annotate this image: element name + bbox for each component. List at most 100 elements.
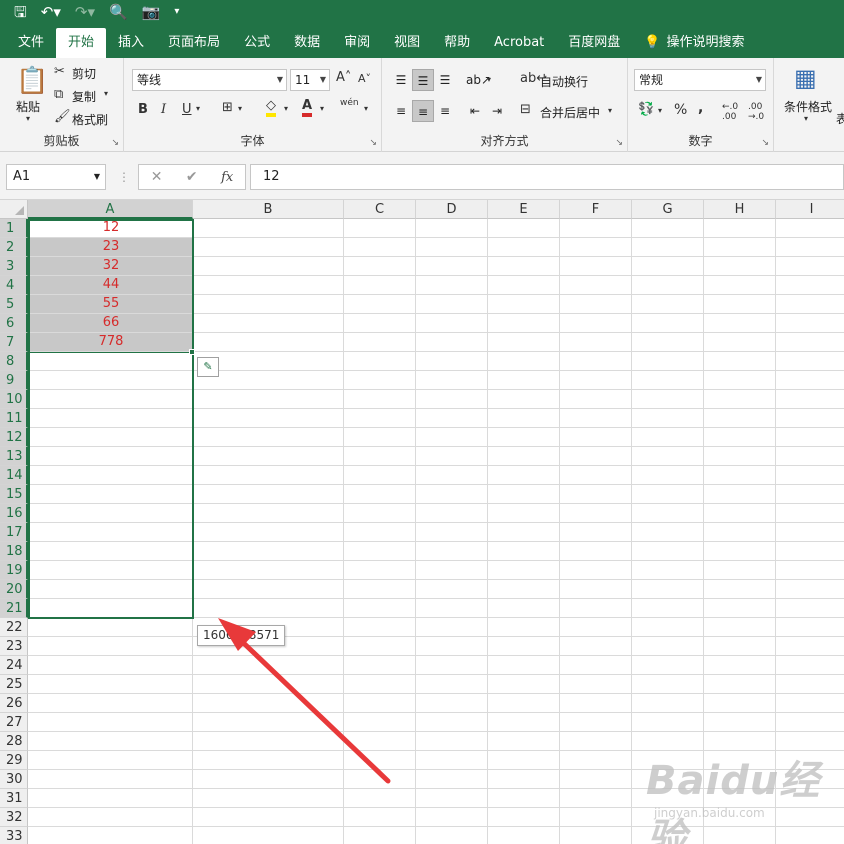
tab-page-layout[interactable]: 页面布局 — [156, 28, 232, 58]
row-header-19[interactable]: 19 — [0, 561, 28, 580]
copy-button[interactable]: 复制 — [72, 88, 96, 105]
tell-me-search[interactable]: 💡 操作说明搜索 — [632, 28, 756, 58]
row-header-20[interactable]: 20 — [0, 580, 28, 599]
font-color-dropdown-icon[interactable]: ▾ — [320, 104, 324, 113]
fill-color-icon[interactable]: ◇ — [266, 98, 276, 117]
select-all-button[interactable] — [0, 200, 28, 219]
row-header-11[interactable]: 11 — [0, 409, 28, 428]
tab-help[interactable]: 帮助 — [432, 28, 482, 58]
border-dropdown-icon[interactable]: ▾ — [238, 104, 242, 113]
name-box[interactable]: A1 ▼ — [6, 164, 106, 190]
tab-file[interactable]: 文件 — [6, 28, 56, 58]
row-header-22[interactable]: 22 — [0, 618, 28, 637]
increase-decimal-icon[interactable]: ←.0.00 — [722, 102, 738, 122]
row-header-32[interactable]: 32 — [0, 808, 28, 827]
undo-icon[interactable]: ↶▾ — [41, 0, 61, 24]
camera-icon[interactable]: 📷 — [142, 0, 161, 24]
worksheet-grid[interactable]: ABCDEFGHI 1 2 3 4 5 6 7 8 9 10 11 12 13 14 15 16 17 18 19 2… — [0, 200, 844, 844]
row-header-28[interactable]: 28 — [0, 732, 28, 751]
row-header-33[interactable]: 33 — [0, 827, 28, 844]
row-header-30[interactable]: 30 — [0, 770, 28, 789]
row-header-29[interactable]: 29 — [0, 751, 28, 770]
column-header-e[interactable]: E — [488, 200, 560, 219]
row-header-2[interactable]: 2 — [0, 238, 28, 257]
insert-function-icon[interactable]: fx — [221, 170, 233, 185]
quick-analysis-icon[interactable]: ✎ — [197, 357, 219, 377]
align-left-icon[interactable]: ≡ — [390, 100, 412, 122]
fill-color-dropdown-icon[interactable]: ▾ — [284, 104, 288, 113]
cancel-icon[interactable]: ✕ — [151, 169, 163, 185]
column-header-g[interactable]: G — [632, 200, 704, 219]
align-bottom-icon[interactable]: ☰ — [434, 69, 456, 91]
paste-button[interactable]: 粘贴 — [16, 98, 40, 115]
underline-button[interactable]: U — [182, 102, 192, 117]
paste-dropdown-icon[interactable]: ▾ — [26, 114, 30, 123]
align-middle-icon[interactable]: ☰ — [412, 69, 434, 91]
row-header-24[interactable]: 24 — [0, 656, 28, 675]
wrap-text-button[interactable]: 自动换行 — [540, 73, 588, 90]
tab-view[interactable]: 视图 — [382, 28, 432, 58]
bold-button[interactable]: B — [138, 102, 148, 117]
row-header-25[interactable]: 25 — [0, 675, 28, 694]
align-right-icon[interactable]: ≡ — [434, 100, 456, 122]
comma-style-button[interactable]: , — [698, 100, 703, 116]
row-header-1[interactable]: 1 — [0, 219, 28, 238]
fill-handle[interactable] — [189, 349, 195, 355]
column-header-d[interactable]: D — [416, 200, 488, 219]
row-header-8[interactable]: 8 — [0, 352, 28, 371]
tab-data[interactable]: 数据 — [282, 28, 332, 58]
conditional-format-dropdown-icon[interactable]: ▾ — [804, 114, 808, 123]
tab-baidu-netdisk[interactable]: 百度网盘 — [556, 28, 632, 58]
tab-home[interactable]: 开始 — [56, 28, 107, 58]
italic-button[interactable]: I — [161, 102, 166, 117]
row-header-26[interactable]: 26 — [0, 694, 28, 713]
row-header-13[interactable]: 13 — [0, 447, 28, 466]
font-color-icon[interactable]: A — [302, 98, 313, 117]
row-header-23[interactable]: 23 — [0, 637, 28, 656]
row-header-9[interactable]: 9 — [0, 371, 28, 390]
tab-acrobat[interactable]: Acrobat — [482, 28, 556, 58]
print-preview-icon[interactable]: 🔍 — [109, 0, 128, 24]
align-top-icon[interactable]: ☰ — [390, 69, 412, 91]
column-header-h[interactable]: H — [704, 200, 776, 219]
merge-dropdown-icon[interactable]: ▾ — [608, 106, 612, 115]
row-header-3[interactable]: 3 — [0, 257, 28, 276]
font-size-select[interactable]: 11 ▼ — [290, 69, 330, 91]
merge-center-button[interactable]: 合并后居中 — [540, 104, 600, 121]
tab-review[interactable]: 审阅 — [332, 28, 382, 58]
row-header-31[interactable]: 31 — [0, 789, 28, 808]
format-painter-button[interactable]: 格式刷 — [72, 111, 108, 128]
decrease-font-icon[interactable]: A˅ — [358, 72, 371, 85]
underline-dropdown-icon[interactable]: ▾ — [196, 104, 200, 113]
orientation-dropdown-icon[interactable]: ▾ — [487, 75, 491, 84]
enter-icon[interactable]: ✔ — [186, 169, 198, 185]
decrease-decimal-icon[interactable]: .00 →.0 — [748, 102, 764, 122]
conditional-format-button[interactable]: 条件格式 — [784, 98, 832, 115]
save-icon[interactable]: 🖫 — [14, 0, 27, 24]
column-header-a[interactable]: A — [28, 200, 193, 219]
number-launcher-icon[interactable]: ↘ — [761, 138, 769, 148]
column-header-i[interactable]: I — [776, 200, 844, 219]
tab-insert[interactable]: 插入 — [106, 28, 156, 58]
number-format-select[interactable]: 常规 ▼ — [634, 69, 766, 91]
orientation-icon[interactable]: ab↗ — [466, 69, 491, 91]
row-header-6[interactable]: 6 — [0, 314, 28, 333]
font-name-select[interactable]: 等线 ▼ — [132, 69, 287, 91]
font-launcher-icon[interactable]: ↘ — [369, 138, 377, 148]
row-header-5[interactable]: 5 — [0, 295, 28, 314]
row-header-14[interactable]: 14 — [0, 466, 28, 485]
column-header-f[interactable]: F — [560, 200, 632, 219]
clipboard-launcher-icon[interactable]: ↘ — [111, 138, 119, 148]
copy-dropdown-icon[interactable]: ▾ — [104, 89, 108, 98]
accounting-dropdown-icon[interactable]: ▾ — [658, 106, 662, 115]
row-header-10[interactable]: 10 — [0, 390, 28, 409]
customize-qat-icon[interactable]: ▾ — [174, 0, 179, 24]
column-header-b[interactable]: B — [193, 200, 344, 219]
row-header-16[interactable]: 16 — [0, 504, 28, 523]
border-icon[interactable]: ⊞ — [222, 100, 233, 115]
conditional-format-icon[interactable]: ▦ — [794, 64, 817, 92]
row-header-21[interactable]: 21 — [0, 599, 28, 618]
row-header-12[interactable]: 12 — [0, 428, 28, 447]
percent-button[interactable]: % — [674, 102, 687, 118]
cut-button[interactable]: 剪切 — [72, 65, 96, 82]
